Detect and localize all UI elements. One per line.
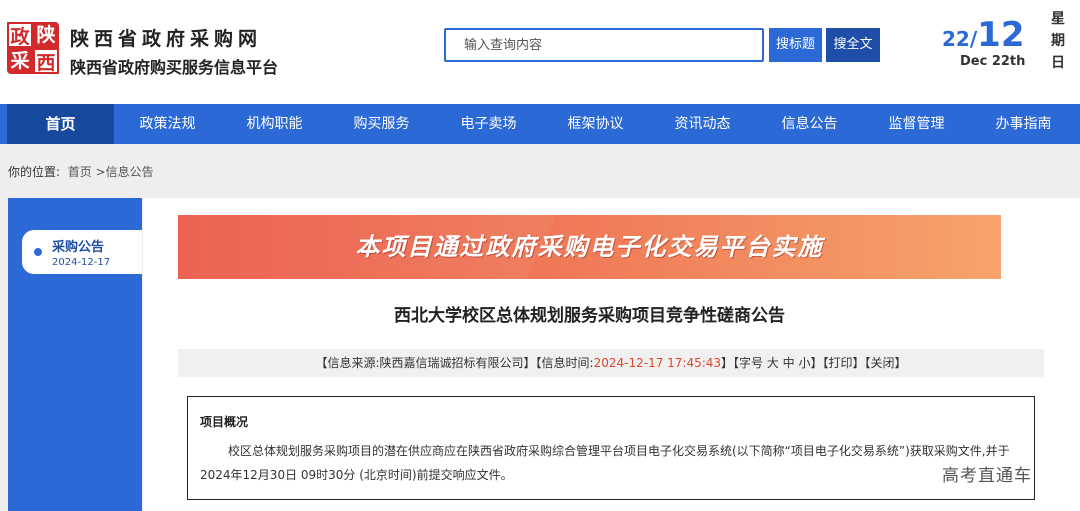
weekday: 星期日 (1051, 11, 1065, 71)
watermark: 高考直通车 (942, 466, 1032, 486)
breadcrumb-label: 你的位置: (8, 165, 61, 179)
meta-time: 2024-12-17 17:45:43 (593, 356, 722, 370)
date-month: 22 (942, 27, 970, 51)
nav-item-guide[interactable]: 办事指南 (970, 104, 1077, 144)
breadcrumb-separator: > (95, 165, 106, 179)
banner: 本项目通过政府采购电子化交易平台实施 (178, 215, 1001, 279)
nav-item-news[interactable]: 资讯动态 (649, 104, 756, 144)
nav-item-home[interactable]: 首页 (7, 104, 114, 144)
article-meta-bar: 【信息来源:陕西嘉信瑞诚招标有限公司】【信息时间:2024-12-17 17:4… (178, 349, 1044, 377)
project-overview-box: 项目概况 校区总体规划服务采购项目的潜在供应商应在陕西省政府采购综合管理平台项目… (187, 396, 1035, 500)
date-english: Dec 22th (960, 54, 1026, 69)
logo-char: 陕 (36, 24, 56, 46)
site-logo[interactable]: 政 陕 采 西 (7, 22, 59, 74)
site-title: 陕西省政府采购网 (70, 28, 263, 50)
logo-char: 采 (10, 50, 30, 72)
site-header: 政 陕 采 西 陕西省政府采购网 陕西省政府购买服务信息平台 搜标题 搜全文 2… (0, 0, 1080, 104)
breadcrumb-bar: 你的位置: 首页 >信息公告 (0, 144, 1080, 198)
nav-item-supervision[interactable]: 监督管理 (863, 104, 970, 144)
article-title: 西北大学校区总体规划服务采购项目竞争性磋商公告 (394, 306, 785, 326)
breadcrumb-current-link[interactable]: 信息公告 (106, 165, 154, 179)
nav-item-policy[interactable]: 政策法规 (114, 104, 221, 144)
date-day: 12 (977, 15, 1025, 55)
site-subtitle: 陕西省政府购买服务信息平台 (70, 58, 279, 77)
nav-item-framework[interactable]: 框架协议 (542, 104, 649, 144)
nav-item-notices[interactable]: 信息公告 (756, 104, 863, 144)
sidebar-item-date: 2024-12-17 (52, 257, 111, 268)
search-input[interactable] (444, 28, 764, 62)
meta-tools[interactable]: 】【字号 大 中 小】【打印】【关闭】 (721, 356, 906, 370)
breadcrumb: 你的位置: 首页 >信息公告 (8, 163, 154, 180)
search-title-button[interactable]: 搜标题 (769, 28, 822, 62)
search-fulltext-button[interactable]: 搜全文 (826, 28, 880, 62)
sidebar-item-procurement-notice[interactable]: 采购公告 2024-12-17 (22, 230, 142, 274)
main-nav: 首页 政策法规 机构职能 购买服务 电子卖场 框架协议 资讯动态 信息公告 监督… (0, 104, 1080, 144)
banner-text: 本项目通过政府采购电子化交易平台实施 (355, 233, 824, 261)
date-display: 22/12 (942, 15, 1024, 55)
section-paragraph: 校区总体规划服务采购项目的潜在供应商应在陕西省政府采购综合管理平台项目电子化交易… (200, 444, 1010, 482)
section-title: 项目概况 (200, 415, 249, 429)
breadcrumb-home-link[interactable]: 首页 (68, 165, 92, 179)
nav-item-agency[interactable]: 机构职能 (221, 104, 328, 144)
meta-source: 【信息来源:陕西嘉信瑞诚招标有限公司】【信息时间: (315, 356, 594, 370)
bullet-icon (34, 248, 42, 256)
nav-item-services[interactable]: 购买服务 (328, 104, 435, 144)
logo-char: 西 (33, 48, 59, 74)
nav-item-emall[interactable]: 电子卖场 (435, 104, 542, 144)
logo-char: 政 (7, 22, 33, 48)
sidebar-item-title: 采购公告 (52, 240, 105, 255)
